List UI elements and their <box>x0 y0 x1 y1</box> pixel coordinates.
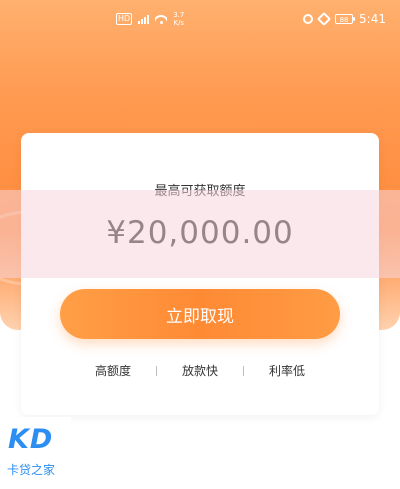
battery-icon: 88 <box>335 14 356 24</box>
network-badge: HD <box>116 13 133 25</box>
status-left-icons: HD 3.7 K/s <box>116 11 184 27</box>
logo-mark: KD <box>8 424 54 455</box>
wifi-icon <box>155 14 168 24</box>
network-speed: 3.7 K/s <box>173 11 184 27</box>
clock-time: 5:41 <box>359 12 386 26</box>
alarm-icon <box>303 14 314 24</box>
logo-text: 卡贷之家 <box>7 463 56 477</box>
credit-limit-amount: ¥20,000.00 <box>106 215 294 251</box>
withdraw-button[interactable]: 立即取现 <box>60 289 340 339</box>
feature-low-rate: 利率低 <box>268 364 305 378</box>
credit-limit-label: 最高可获取额度 <box>154 184 246 199</box>
speed-value: 3.7 <box>173 11 185 19</box>
feature-list: 高额度 放款快 利率低 <box>21 362 379 379</box>
status-right-icons: 88 5:41 <box>303 11 386 27</box>
status-bar: HD 3.7 K/s 88 5:41 <box>0 0 400 38</box>
speed-unit: K/s <box>173 19 185 27</box>
credit-card-panel: 最高可获取额度 ¥20,000.00 立即取现 高额度 放款快 利率低 <box>21 133 379 415</box>
mute-icon <box>316 11 332 27</box>
brand-logo: KD 卡贷之家 <box>0 417 71 489</box>
feature-fast-loan: 放款快 <box>181 364 218 378</box>
signal-icon <box>138 14 150 24</box>
feature-high-limit: 高额度 <box>94 364 131 378</box>
